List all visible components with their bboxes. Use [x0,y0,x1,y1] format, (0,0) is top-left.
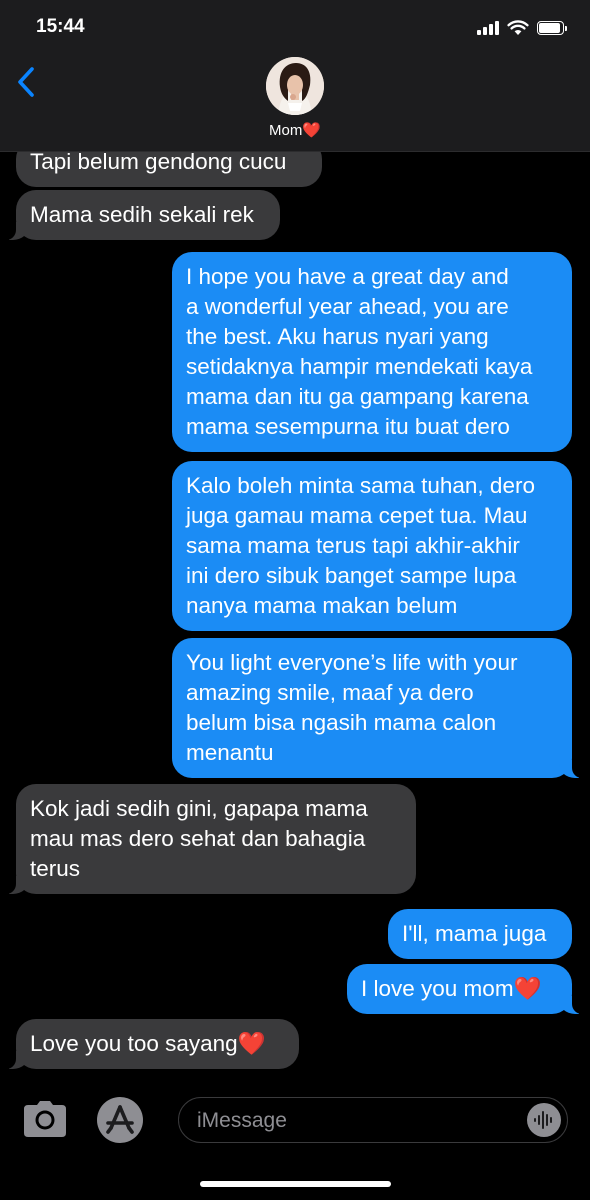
cellular-signal-icon [477,21,499,35]
message-text: Kok jadi sedih gini, gapapa mama mau mas… [30,796,368,881]
message-text: I'll, mama juga [402,921,547,946]
message-text: You light everyone’s life with your amaz… [186,650,518,765]
status-icons [477,20,567,36]
message-text: Mama sedih sekali rek [30,202,254,227]
heart-emoji: ❤️ [513,976,542,1001]
status-time: 15:44 [36,16,85,37]
message-bubble-outgoing[interactable]: I'll, mama juga [388,909,572,959]
input-placeholder: iMessage [197,1109,287,1132]
message-bubble-incoming[interactable]: Love you too sayang❤️ [4,1019,299,1069]
battery-icon [537,21,567,35]
camera-icon [24,1101,66,1137]
message-bubble-incoming[interactable]: Mama sedih sekali rek [4,190,280,240]
messages-screen: Tapi belum gendong cucu Mama sedih sekal… [0,0,590,1200]
apps-button[interactable] [97,1097,143,1143]
battery-level [539,23,560,33]
message-bubble-outgoing[interactable]: I love you mom❤️ [347,964,584,1014]
message-bubble-incoming[interactable]: Kok jadi sedih gini, gapapa mama mau mas… [4,784,416,894]
home-indicator[interactable] [200,1181,391,1187]
wifi-icon [507,20,529,35]
audio-message-button[interactable] [527,1103,561,1137]
conversation-header: 15:44 Mom❤️ [0,0,590,152]
heart-emoji: ❤️ [237,1031,266,1056]
imessage-input[interactable]: iMessage [178,1097,568,1143]
chevron-left-icon [18,67,34,97]
contact-name[interactable]: Mom❤️ [0,121,590,139]
message-text: I love you mom❤️ [361,976,542,1001]
message-text: I hope you have a great day and a wonder… [186,264,533,439]
app-store-icon [98,1098,142,1142]
message-text: Love you too sayang❤️ [30,1031,266,1056]
heart-emoji: ❤️ [302,122,322,139]
message-text: Kalo boleh minta sama tuhan, dero juga g… [186,473,535,618]
message-thread[interactable]: Tapi belum gendong cucu Mama sedih sekal… [0,0,590,1090]
camera-button[interactable] [22,1099,68,1139]
audio-waveform-icon [534,1111,552,1129]
contact-avatar[interactable] [266,57,324,115]
message-bubble-outgoing[interactable]: I hope you have a great day and a wonder… [172,252,572,452]
message-bubble-outgoing[interactable]: Kalo boleh minta sama tuhan, dero juga g… [172,461,572,631]
message-bubble-outgoing[interactable]: You light everyone’s life with your amaz… [172,638,584,778]
contact-photo [266,57,324,115]
back-button[interactable] [6,60,46,104]
